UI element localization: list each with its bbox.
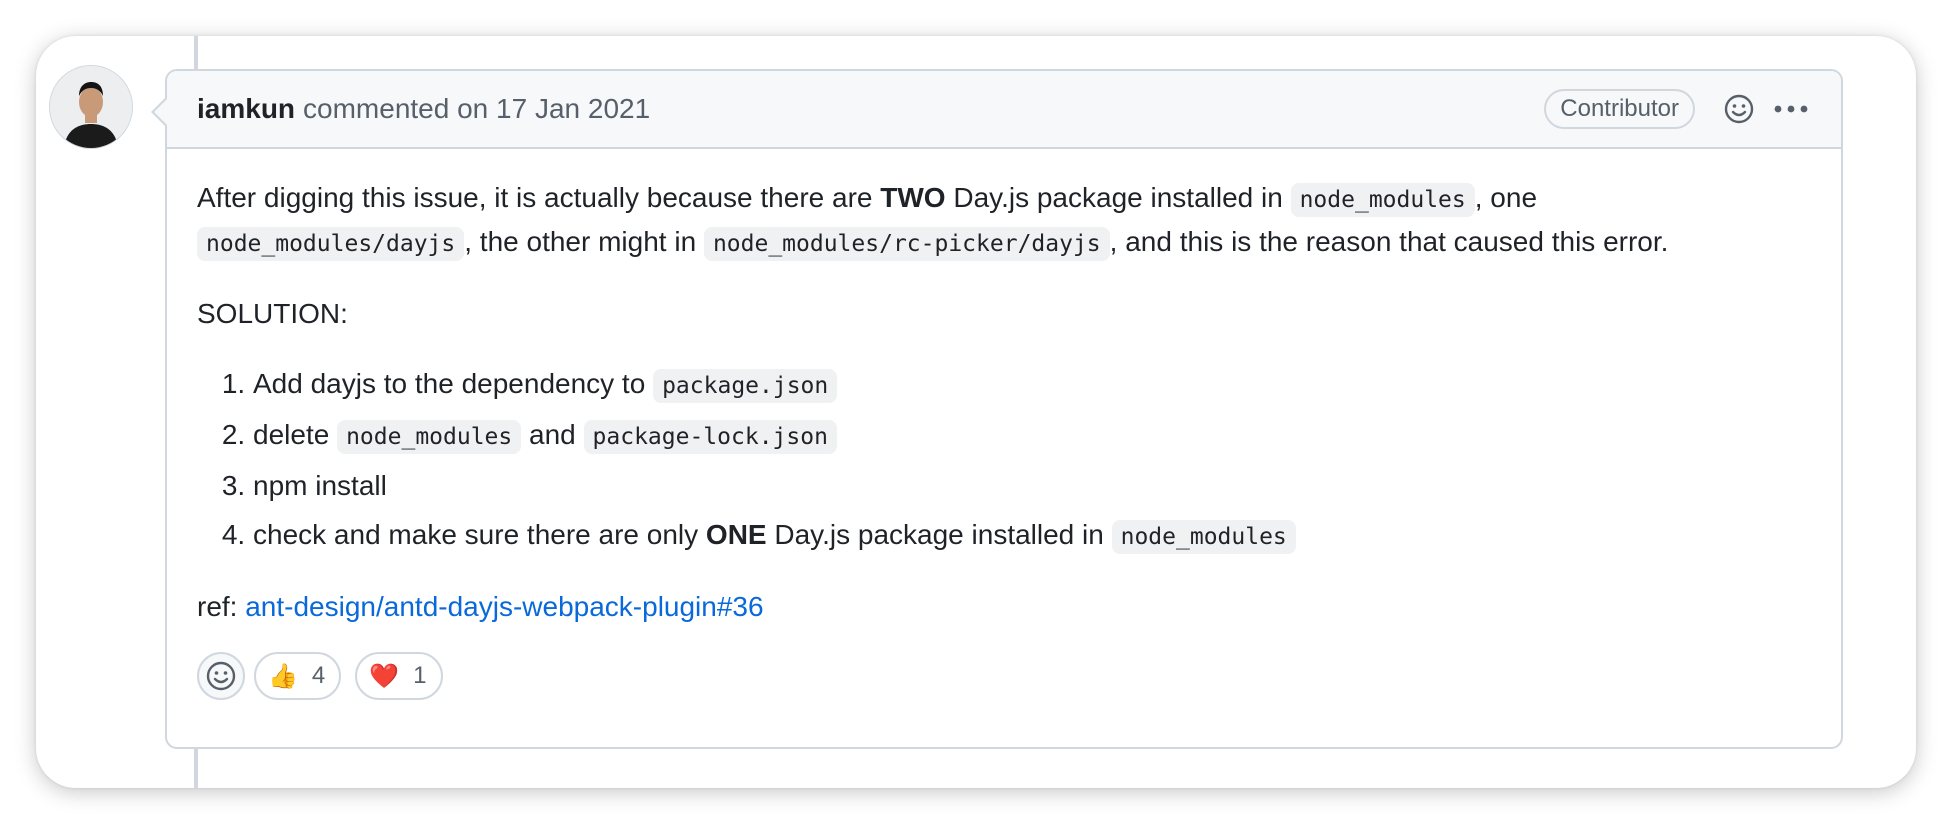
intro-text-4: , the other might in: [464, 226, 704, 257]
intro-bold-two: TWO: [880, 182, 946, 213]
smiley-icon: [206, 661, 236, 691]
intro-text-5: , and this is the reason that caused thi…: [1109, 226, 1669, 257]
avatar-image: [50, 66, 132, 148]
reaction-heart[interactable]: ❤️ 1: [355, 652, 443, 700]
reaction-thumbs-up[interactable]: 👍 4: [254, 652, 342, 700]
list-item: delete node_modules and package-lock.jso…: [253, 414, 1811, 458]
thumbs-up-icon: 👍: [268, 662, 298, 690]
solution-steps: Add dayjs to the dependency to package.j…: [197, 363, 1811, 558]
step-bold-one: ONE: [705, 519, 767, 550]
intro-text-2: Day.js package installed in: [945, 182, 1291, 213]
inline-code: node_modules/dayjs: [197, 227, 465, 261]
step-text: check and make sure there are only: [253, 519, 706, 550]
step-text: npm install: [253, 470, 387, 501]
inline-code: node_modules/rc-picker/dayjs: [703, 227, 1110, 261]
intro-text-3: , one: [1474, 182, 1538, 213]
author-link[interactable]: iamkun: [197, 93, 295, 125]
kebab-horizontal-icon: [1774, 105, 1808, 113]
add-reaction-button[interactable]: [197, 652, 245, 700]
screenshot-frame: iamkun commented on 17 Jan 2021 Contribu…: [36, 36, 1916, 788]
heart-icon: ❤️: [369, 662, 400, 690]
ref-paragraph: ref: ant-design/antd-dayjs-webpack-plugi…: [197, 586, 1811, 628]
step-text: delete: [253, 419, 338, 450]
contributor-badge: Contributor: [1544, 89, 1695, 129]
intro-text-1: After digging this issue, it is actually…: [197, 182, 881, 213]
comment-timestamp[interactable]: commented on 17 Jan 2021: [303, 93, 650, 125]
reaction-count: 1: [413, 662, 427, 689]
solution-heading: SOLUTION:: [197, 298, 348, 329]
ref-link[interactable]: ant-design/antd-dayjs-webpack-plugin#36: [245, 591, 763, 622]
list-item: npm install: [253, 465, 1811, 507]
list-item: check and make sure there are only ONE D…: [253, 514, 1811, 558]
smiley-icon: [1724, 94, 1754, 124]
comment-caret-fill: [154, 98, 168, 126]
reaction-count: 4: [311, 662, 326, 689]
more-options-button[interactable]: [1771, 89, 1811, 129]
list-item: Add dayjs to the dependency to package.j…: [253, 363, 1811, 407]
inline-code: node_modules: [1290, 183, 1475, 217]
avatar[interactable]: [50, 66, 132, 148]
step-text: Day.js package installed in: [766, 519, 1112, 550]
add-reaction-button[interactable]: [1719, 89, 1759, 129]
comment-header: iamkun commented on 17 Jan 2021 Contribu…: [167, 71, 1841, 149]
inline-code: node_modules: [337, 420, 522, 454]
step-text: Add dayjs to the dependency to: [253, 368, 654, 399]
intro-paragraph: After digging this issue, it is actually…: [197, 177, 1811, 265]
comment-body: After digging this issue, it is actually…: [167, 149, 1841, 700]
inline-code: package-lock.json: [583, 420, 837, 454]
inline-code: package.json: [653, 369, 838, 403]
reactions-bar: 👍 4 ❤️ 1: [197, 652, 1811, 700]
step-text: and: [521, 419, 584, 450]
inline-code: node_modules: [1111, 520, 1296, 554]
comment-box: iamkun commented on 17 Jan 2021 Contribu…: [151, 69, 1843, 749]
ref-label: ref:: [197, 591, 246, 622]
